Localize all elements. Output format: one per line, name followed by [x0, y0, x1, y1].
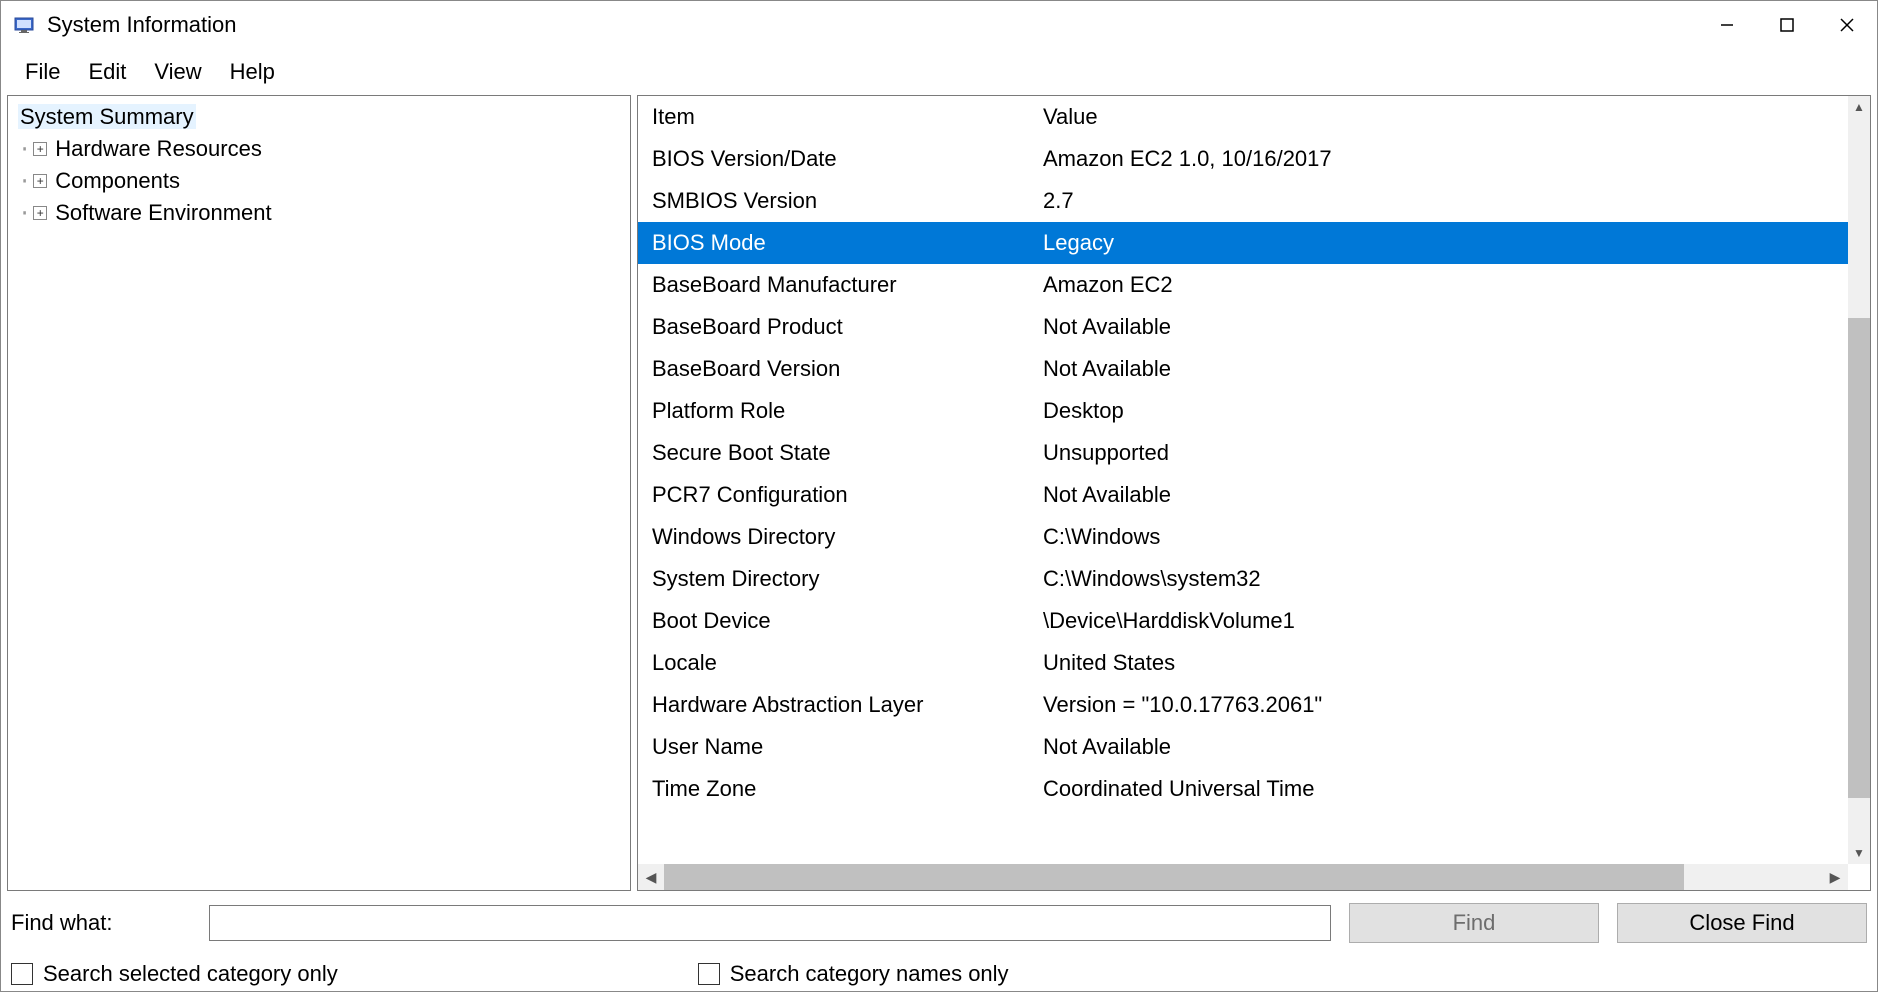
cell-value: Legacy: [1043, 230, 1870, 256]
cell-item: BIOS Version/Date: [638, 146, 1043, 172]
list-row[interactable]: BaseBoard VersionNot Available: [638, 348, 1870, 390]
list-row[interactable]: BaseBoard ProductNot Available: [638, 306, 1870, 348]
column-item[interactable]: Item: [638, 104, 1043, 130]
expand-icon[interactable]: +: [33, 206, 47, 220]
list-row[interactable]: LocaleUnited States: [638, 642, 1870, 684]
list-row[interactable]: BaseBoard ManufacturerAmazon EC2: [638, 264, 1870, 306]
cell-item: Secure Boot State: [638, 440, 1043, 466]
find-area: Find what: Find Close Find Search select…: [1, 891, 1877, 997]
tree-item-label: Hardware Resources: [55, 136, 262, 162]
minimize-button[interactable]: [1697, 1, 1757, 49]
menu-help[interactable]: Help: [216, 57, 289, 87]
cell-item: SMBIOS Version: [638, 188, 1043, 214]
close-find-button[interactable]: Close Find: [1617, 903, 1867, 943]
scroll-down-icon[interactable]: ▼: [1848, 842, 1870, 864]
list-row[interactable]: SMBIOS Version2.7: [638, 180, 1870, 222]
vertical-scrollbar[interactable]: ▲ ▼: [1848, 96, 1870, 864]
tree-root[interactable]: System Summary: [18, 104, 196, 129]
scroll-thumb[interactable]: [1848, 318, 1870, 798]
menu-view[interactable]: View: [140, 57, 215, 87]
hscroll-thumb[interactable]: [664, 864, 1684, 890]
checkbox-label: Search selected category only: [43, 961, 338, 987]
list-row[interactable]: PCR7 ConfigurationNot Available: [638, 474, 1870, 516]
app-icon: [11, 12, 37, 38]
list-row[interactable]: Windows DirectoryC:\Windows: [638, 516, 1870, 558]
menubar: File Edit View Help: [1, 49, 1877, 95]
list-pane[interactable]: ItemValueBIOS Version/DateAmazon EC2 1.0…: [637, 95, 1871, 891]
find-button[interactable]: Find: [1349, 903, 1599, 943]
cell-item: Windows Directory: [638, 524, 1043, 550]
cell-value: Not Available: [1043, 482, 1870, 508]
cell-item: Hardware Abstraction Layer: [638, 692, 1043, 718]
expand-icon[interactable]: +: [33, 142, 47, 156]
close-button[interactable]: [1817, 1, 1877, 49]
menu-edit[interactable]: Edit: [74, 57, 140, 87]
cell-item: PCR7 Configuration: [638, 482, 1043, 508]
cell-item: Platform Role: [638, 398, 1043, 424]
window-title: System Information: [47, 12, 237, 38]
search-category-names-checkbox[interactable]: Search category names only: [698, 961, 1009, 987]
horizontal-scrollbar[interactable]: ◀ ▶: [638, 864, 1848, 890]
cell-value: United States: [1043, 650, 1870, 676]
cell-item: User Name: [638, 734, 1043, 760]
list-row[interactable]: Platform RoleDesktop: [638, 390, 1870, 432]
menu-file[interactable]: File: [11, 57, 74, 87]
cell-value: C:\Windows\system32: [1043, 566, 1870, 592]
cell-value: Not Available: [1043, 734, 1870, 760]
cell-item: Locale: [638, 650, 1043, 676]
cell-value: C:\Windows: [1043, 524, 1870, 550]
search-selected-checkbox[interactable]: Search selected category only: [11, 961, 338, 987]
tree-item-label: Components: [55, 168, 180, 194]
list-row[interactable]: BIOS ModeLegacy: [638, 222, 1870, 264]
tree-item-hardware-resources[interactable]: ·+ Hardware Resources: [18, 136, 620, 162]
checkbox-icon: [698, 963, 720, 985]
find-label: Find what:: [11, 910, 191, 936]
scroll-right-icon[interactable]: ▶: [1822, 869, 1848, 886]
cell-value: Amazon EC2 1.0, 10/16/2017: [1043, 146, 1870, 172]
scroll-up-icon[interactable]: ▲: [1848, 96, 1870, 118]
cell-value: Unsupported: [1043, 440, 1870, 466]
cell-value: Not Available: [1043, 314, 1870, 340]
cell-item: BIOS Mode: [638, 230, 1043, 256]
list-row[interactable]: User NameNot Available: [638, 726, 1870, 768]
cell-value: \Device\HarddiskVolume1: [1043, 608, 1870, 634]
cell-item: Boot Device: [638, 608, 1043, 634]
checkbox-label: Search category names only: [730, 961, 1009, 987]
tree-item-software-environment[interactable]: ·+ Software Environment: [18, 200, 620, 226]
checkbox-icon: [11, 963, 33, 985]
list-row[interactable]: System DirectoryC:\Windows\system32: [638, 558, 1870, 600]
list-row[interactable]: Secure Boot StateUnsupported: [638, 432, 1870, 474]
tree-item-label: Software Environment: [55, 200, 271, 226]
list-header[interactable]: ItemValue: [638, 96, 1870, 138]
tree-pane[interactable]: System Summary ·+ Hardware Resources ·+ …: [7, 95, 631, 891]
cell-value: Amazon EC2: [1043, 272, 1870, 298]
cell-value: 2.7: [1043, 188, 1870, 214]
cell-value: Desktop: [1043, 398, 1870, 424]
list-row[interactable]: Boot Device\Device\HarddiskVolume1: [638, 600, 1870, 642]
list-row[interactable]: Hardware Abstraction LayerVersion = "10.…: [638, 684, 1870, 726]
cell-item: System Directory: [638, 566, 1043, 592]
maximize-button[interactable]: [1757, 1, 1817, 49]
list-row[interactable]: Time ZoneCoordinated Universal Time: [638, 768, 1870, 810]
cell-value: Coordinated Universal Time: [1043, 776, 1870, 802]
find-input[interactable]: [209, 905, 1331, 941]
tree-item-components[interactable]: ·+ Components: [18, 168, 620, 194]
cell-item: BaseBoard Version: [638, 356, 1043, 382]
list-row[interactable]: BIOS Version/DateAmazon EC2 1.0, 10/16/2…: [638, 138, 1870, 180]
cell-value: Not Available: [1043, 356, 1870, 382]
cell-item: Time Zone: [638, 776, 1043, 802]
cell-value: Version = "10.0.17763.2061": [1043, 692, 1870, 718]
titlebar[interactable]: System Information: [1, 1, 1877, 49]
expand-icon[interactable]: +: [33, 174, 47, 188]
cell-item: BaseBoard Manufacturer: [638, 272, 1043, 298]
cell-item: BaseBoard Product: [638, 314, 1043, 340]
scroll-left-icon[interactable]: ◀: [638, 869, 664, 886]
column-value[interactable]: Value: [1043, 104, 1870, 130]
